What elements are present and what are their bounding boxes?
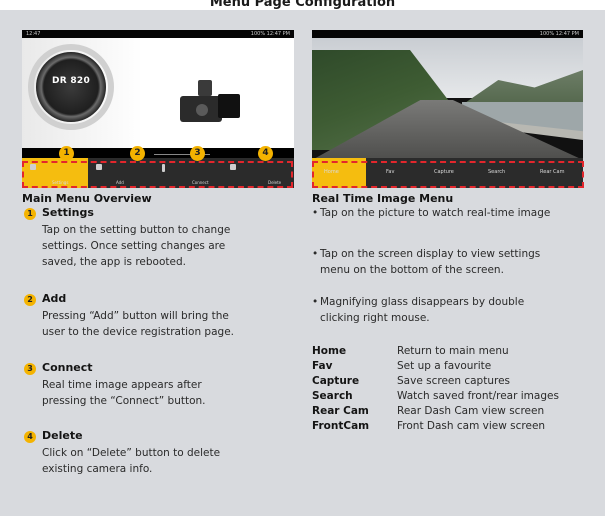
key-rear-cam: Rear Cam <box>312 405 369 417</box>
callout-badge-2: 2 <box>130 146 145 161</box>
add-description: Pressing “Add” button will bring the use… <box>42 308 234 340</box>
value-rear-cam: Rear Dash Cam view screen <box>397 405 545 417</box>
key-search: Search <box>312 390 353 402</box>
text-line: Magnifying glass disappears by double <box>320 296 525 308</box>
text-line: pressing the “Connect” button. <box>42 395 206 407</box>
value-home: Return to main menu <box>397 345 509 357</box>
status-bar: 12:47 100% 12:47 PM <box>22 30 294 38</box>
status-right: 100% 12:47 PM <box>539 31 579 37</box>
status-bar: 100% 12:47 PM <box>312 30 583 38</box>
callout-badge-1: 1 <box>59 146 74 161</box>
callout-badge-4: 4 <box>258 146 273 161</box>
text-line: menu on the bottom of the screen. <box>320 264 504 276</box>
dashcam-rear-unit <box>218 94 240 118</box>
dashcam-lens <box>36 52 106 122</box>
item-badge-4: 4 <box>24 431 36 443</box>
text-line: Click on “Delete” button to delete <box>42 447 221 459</box>
product-model-text: DR 820 <box>51 76 91 86</box>
realtime-menu-heading: Real Time Image Menu <box>312 192 454 205</box>
text-line: user to the device registration page. <box>42 326 234 338</box>
settings-description: Tap on the setting button to change sett… <box>42 222 230 270</box>
text-line: Tap on the screen display to view settin… <box>320 248 541 260</box>
content-panel: 12:47 100% 12:47 PM DR 820 Settings Add … <box>0 10 605 516</box>
text-line: clicking right mouse. <box>320 312 430 324</box>
text-line: Tap on the picture to watch real-time im… <box>320 207 551 219</box>
status-right: 100% 12:47 PM <box>250 31 290 37</box>
value-search: Watch saved front/rear images <box>397 390 559 402</box>
realtime-bullet-3: • Magnifying glass disappears by double … <box>312 294 602 326</box>
settings-title: Settings <box>42 206 94 219</box>
value-fav: Set up a favourite <box>397 360 492 372</box>
main-menu-heading: Main Menu Overview <box>22 192 152 205</box>
value-capture: Save screen captures <box>397 375 511 387</box>
delete-description: Click on “Delete” button to delete exist… <box>42 445 220 477</box>
highlight-box-main-menu <box>22 161 293 188</box>
realtime-bullet-2: • Tap on the screen display to view sett… <box>312 246 602 278</box>
highlight-box-realtime-menu <box>312 161 584 188</box>
connect-title: Connect <box>42 361 93 374</box>
add-title: Add <box>42 292 67 305</box>
text-line: settings. Once setting changes are <box>42 240 226 252</box>
key-capture: Capture <box>312 375 360 387</box>
key-home: Home <box>312 345 347 357</box>
item-badge-3: 3 <box>24 363 36 375</box>
delete-title: Delete <box>42 429 83 442</box>
dashcam-unit-lens <box>196 104 208 116</box>
text-line: saved, the app is rebooted. <box>42 256 186 268</box>
realtime-bullet-1: • Tap on the picture to watch real-time … <box>312 205 602 221</box>
text-line: Tap on the setting button to change <box>42 224 231 236</box>
callout-badge-3: 3 <box>190 146 205 161</box>
key-fav: Fav <box>312 360 333 372</box>
text-line: existing camera info. <box>42 463 153 475</box>
text-line: Real time image appears after <box>42 379 202 391</box>
item-badge-2: 2 <box>24 294 36 306</box>
status-time: 12:47 <box>26 31 41 37</box>
value-front-cam: Front Dash cam view screen <box>397 420 546 432</box>
key-front-cam: FrontCam <box>312 420 370 432</box>
text-line: Pressing “Add” button will bring the <box>42 310 229 322</box>
connect-description: Real time image appears after pressing t… <box>42 377 206 409</box>
item-badge-1: 1 <box>24 208 36 220</box>
page-title: Menu Page Configuration <box>0 0 605 10</box>
dashcam-mount <box>198 80 212 96</box>
